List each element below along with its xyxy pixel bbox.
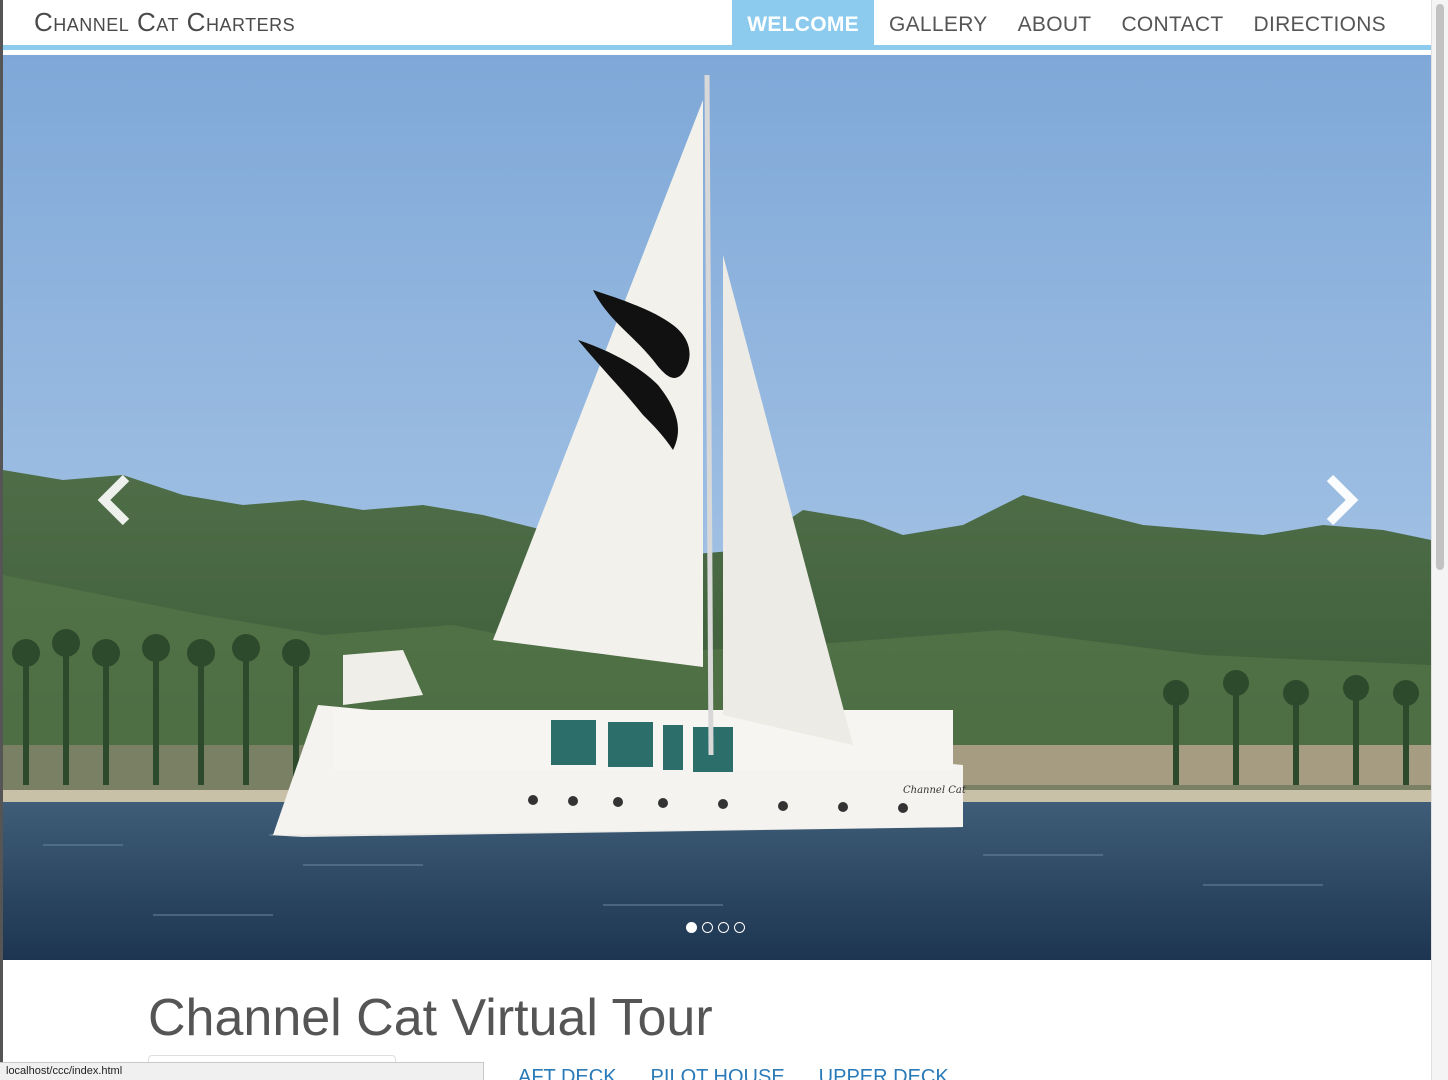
nav-directions[interactable]: DIRECTIONS (1238, 0, 1401, 50)
tab-aft-deck[interactable]: AFT DECK (518, 1066, 617, 1080)
tab-upper-deck[interactable]: UPPER DECK (819, 1066, 949, 1080)
section-title: Channel Cat Virtual Tour (148, 989, 713, 1047)
brand-logo[interactable]: Channel Cat Charters (34, 7, 295, 38)
scrollbar-thumb[interactable] (1436, 4, 1444, 570)
nav-gallery[interactable]: GALLERY (874, 0, 1003, 50)
nav-welcome[interactable]: WELCOME (732, 0, 874, 50)
tour-tabs: AFT DECK PILOT HOUSE UPPER DECK (518, 1066, 949, 1080)
carousel-prev-button[interactable] (88, 470, 148, 530)
main-nav: WELCOME GALLERY ABOUT CONTACT DIRECTIONS (732, 0, 1401, 50)
carousel-indicator-3[interactable] (718, 922, 729, 933)
nav-about[interactable]: ABOUT (1003, 0, 1107, 50)
carousel-indicator-2[interactable] (702, 922, 713, 933)
carousel-indicator-4[interactable] (734, 922, 745, 933)
carousel-indicators (686, 922, 745, 933)
tab-pilot-house[interactable]: PILOT HOUSE (651, 1066, 785, 1080)
nav-contact[interactable]: CONTACT (1106, 0, 1238, 50)
navbar: Channel Cat Charters WELCOME GALLERY ABO… (3, 0, 1431, 50)
page: Channel Cat Charters WELCOME GALLERY ABO… (3, 0, 1431, 1080)
hero-carousel: Channel Cat (3, 55, 1431, 960)
browser-status-bar: localhost/ccc/index.html (0, 1062, 484, 1080)
carousel-next-button[interactable] (1308, 470, 1368, 530)
sail-name-text: Channel Cat (903, 785, 967, 796)
carousel-indicator-1[interactable] (686, 922, 697, 933)
carousel-slide-image: Channel Cat (3, 55, 1431, 960)
vertical-scrollbar[interactable] (1431, 0, 1448, 1080)
